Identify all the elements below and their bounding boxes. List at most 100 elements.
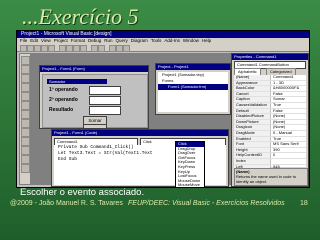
vb-ide-screenshot: Project1 - Microsoft Visual Basic [desig… [16,30,310,188]
pause-icon[interactable] [116,45,123,52]
menu-item[interactable]: Diagram [131,38,148,43]
menu-item[interactable]: Project [54,38,68,43]
property-value[interactable]: Somar [271,97,285,102]
form-window-title: Project1 - Form1 (Form) [40,66,148,72]
redo-icon[interactable] [98,45,105,52]
undo-icon[interactable] [91,45,98,52]
optionbutton-tool-icon[interactable] [21,119,30,128]
event-list-item[interactable]: MouseMove [176,183,204,187]
property-value[interactable]: 1 - 3D [271,81,284,86]
menu-item[interactable]: Help [202,38,211,43]
project-explorer-window[interactable]: Project - Project1 Project1 (Somador.vbp… [155,63,231,115]
property-value[interactable]: MS Sans Serif [271,142,299,147]
property-name: Default [234,108,271,114]
property-value[interactable]: 0 - Manual [271,131,292,136]
form-title: Somador [47,79,107,84]
footer-book: FEUP/DEEC: Visual Basic - Exercícios Res… [128,200,285,207]
text2-input[interactable] [89,96,121,105]
image-tool-icon[interactable] [21,155,30,164]
menu-item[interactable]: Edit [30,38,38,43]
menu-item[interactable]: Window [183,38,199,43]
property-value[interactable]: False [271,92,283,97]
project-window-title: Project - Project1 [156,64,230,70]
menu-item[interactable]: Add-Ins [164,38,180,43]
property-name: Font [234,142,271,147]
property-name: CausesValidation [234,102,271,108]
property-value[interactable]: (None) [271,114,285,119]
textbox-tool-icon[interactable] [21,83,30,92]
menu-item[interactable]: File [20,38,27,43]
tree-item-form1[interactable]: Form1 (Somador.frm) [158,84,228,90]
add-project-icon[interactable] [20,45,27,52]
label-operand-2: 2º operando [49,97,78,103]
text3-input[interactable] [89,106,121,115]
property-value[interactable]: 390 [271,148,280,153]
toolbar [17,44,309,52]
property-value[interactable]: 0 [271,153,275,158]
property-value[interactable] [271,159,273,164]
property-name: DownPicture [234,119,271,125]
property-value[interactable]: False [271,109,283,114]
line-tool-icon[interactable] [21,164,30,173]
property-value[interactable]: Command1 [271,75,294,80]
timer-tool-icon[interactable] [21,146,30,155]
form-designer-window[interactable]: Project1 - Form1 (Form) Somador 1º opera… [39,65,149,129]
mdi-workarea: Project1 - Form1 (Form) Somador 1º opera… [31,53,231,187]
property-value[interactable]: &H8000000F& [271,86,299,91]
code-window-title: Project1 - Form1 (Code) [52,130,228,136]
property-name: BackColor [234,86,271,91]
menu-editor-icon[interactable] [34,45,41,52]
menu-item[interactable]: Format [71,38,85,43]
property-name: Appearance [234,80,271,86]
commandbutton-tool-icon[interactable] [21,101,30,110]
property-value[interactable]: True [271,103,281,108]
save-icon[interactable] [48,45,55,52]
cut-icon[interactable] [59,45,66,52]
listbox-tool-icon[interactable] [21,137,30,146]
slide-title: ...Exercício 5 [22,4,139,29]
stop-icon[interactable] [123,45,130,52]
copy-icon[interactable] [66,45,73,52]
property-name: DisabledPicture [234,114,271,119]
form-surface[interactable]: Somador 1º operando 2º operando Resultad… [42,74,148,128]
toolbox [19,53,31,185]
frame-tool-icon[interactable] [21,92,30,101]
checkbox-tool-icon[interactable] [21,110,30,119]
slide-caption: Escolher o evento associado. [20,187,145,198]
properties-title: Properties - Command1 [232,54,308,60]
property-name: HelpContextID [234,153,271,158]
menu-item[interactable]: Run [104,38,112,43]
open-icon[interactable] [41,45,48,52]
paste-icon[interactable] [73,45,80,52]
text1-input[interactable] [89,86,121,95]
menu-item[interactable]: Debug [88,38,101,43]
property-name: DragIcon [234,125,271,130]
label-operand-1: 1º operando [49,87,78,93]
pointer-tool-icon[interactable] [21,56,30,65]
footer-author: @2009 - João Manuel R. S. Tavares [10,200,123,207]
menu-item[interactable]: View [41,38,51,43]
sair-button[interactable] [83,124,107,128]
ide-title: Project1 - Microsoft Visual Basic [desig… [21,31,112,37]
properties-tabs: Alphabetic Categorized [234,68,306,76]
property-value[interactable]: True [271,137,281,142]
menu-item[interactable]: Query [116,38,128,43]
menu-item[interactable]: Tools [151,38,162,43]
footer-page-number: 18 [300,200,308,207]
properties-window[interactable]: Properties - Command1 Command1 CommandBu… [231,53,309,187]
property-value[interactable]: (None) [271,125,285,130]
label-tool-icon[interactable] [21,74,30,83]
run-icon[interactable] [109,45,116,52]
find-icon[interactable] [80,45,87,52]
property-name: (Name) [234,75,271,80]
label-result: Resultado [49,107,74,113]
property-name: Height [234,147,271,153]
event-dropdown-list[interactable]: Click DragDrop DragOver GotFocus KeyDown KeyP… [175,141,205,187]
add-form-icon[interactable] [27,45,34,52]
properties-desc-text: Returns the name used in code to identif… [236,174,297,184]
combobox-tool-icon[interactable] [21,128,30,137]
property-value[interactable]: (None) [271,120,285,125]
project-tree: Project1 (Somador.vbp) Forms Form1 (Soma… [158,72,228,112]
properties-description: (Name) Returns the name used in code to … [234,168,308,186]
picturebox-tool-icon[interactable] [21,65,30,74]
